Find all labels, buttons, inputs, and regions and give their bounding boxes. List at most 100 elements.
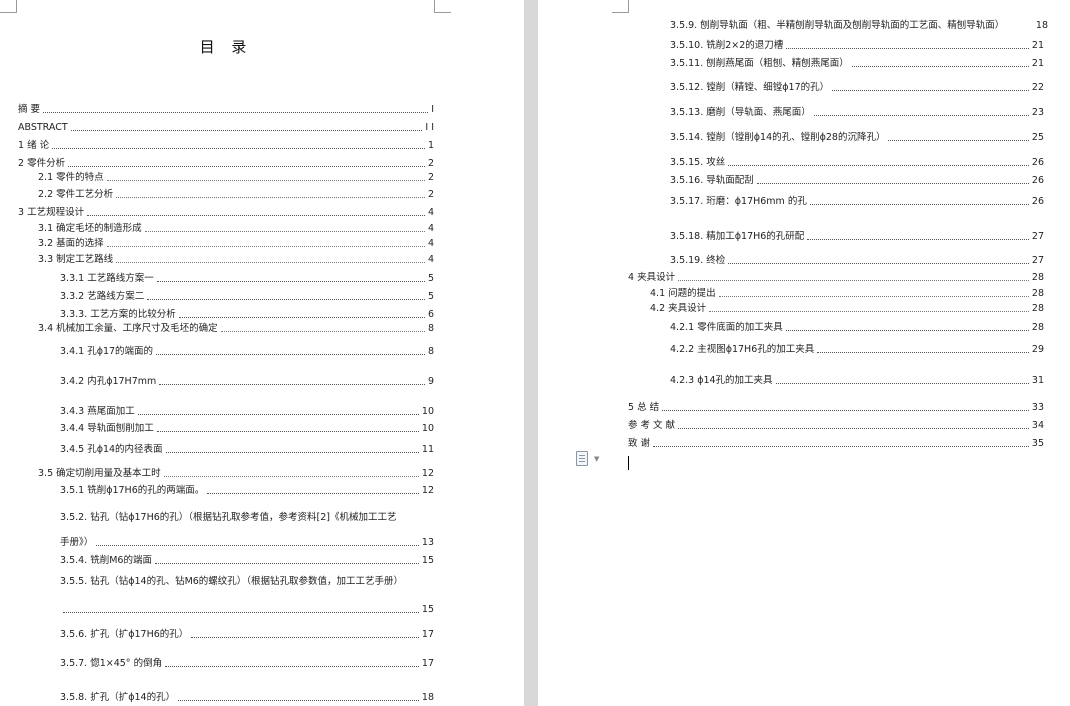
toc-leader-dots xyxy=(156,354,425,355)
toc-entry-label: 3.5.11. 刨削燕尾面（粗刨、精刨燕尾面） xyxy=(670,58,849,69)
toc-entry[interactable]: 3.3.2 艺路线方案二 5 xyxy=(60,285,434,303)
toc-entry-label: 4.2.1 零件底面的加工夹具 xyxy=(670,322,783,333)
toc-entry-label: 3.4.4 导轨面刨削加工 xyxy=(60,423,154,434)
toc-entry-label: 1 绪 论 xyxy=(18,140,50,151)
toc-entry[interactable]: 3.5.9. 刨削导轨面（粗、半精刨削导轨面及刨削导轨面的工艺面、精刨导轨面） 1… xyxy=(670,14,1048,32)
toc-page-number: I xyxy=(431,104,434,115)
toc-entry[interactable]: 3.4.1 孔ϕ17的端面的 8 xyxy=(60,340,434,358)
toc-leader-dots xyxy=(106,180,425,181)
toc-page-number: 21 xyxy=(1031,58,1044,69)
toc-page-number: 28 xyxy=(1031,303,1044,314)
toc-entry[interactable]: 3.5.11. 刨削燕尾面（粗刨、精刨燕尾面） 21 xyxy=(670,52,1044,70)
toc-leader-dots xyxy=(662,410,1029,411)
chevron-down-icon[interactable]: ▼ xyxy=(594,455,599,463)
toc-entry[interactable]: 2.2 零件工艺分析 2 xyxy=(38,183,434,201)
toc-entry[interactable]: 4.2.1 零件底面的加工夹具 28 xyxy=(670,316,1044,334)
toc-entry-label: 3.4.2 内孔ϕ17H7mm xyxy=(60,376,157,387)
toc-page-number: I I xyxy=(425,122,434,133)
toc-entry[interactable]: ABSTRACT I I xyxy=(18,116,434,134)
toc-entry[interactable]: 3.4.4 导轨面刨削加工 10 xyxy=(60,417,434,435)
toc-leader-dots xyxy=(807,239,1029,240)
toc-leader-dots xyxy=(63,612,419,613)
toc-leader-dots xyxy=(728,263,1029,264)
toc-page-number: 5 xyxy=(427,273,434,284)
toc-page-number: 9 xyxy=(427,376,434,387)
toc-entry[interactable]: 3.4.3 燕尾面加工 10 xyxy=(60,400,434,418)
toc-entry[interactable]: 3.5.14. 镗削（镗削ϕ14的孔、镗削ϕ28的沉降孔） 25 xyxy=(670,126,1044,144)
toc-leader-dots xyxy=(678,280,1029,281)
toc-leader-dots xyxy=(87,215,425,216)
toc-entry[interactable]: 3.5.15. 攻丝 26 xyxy=(670,151,1044,169)
toc-entry-label: 3.5.18. 精加工ϕ17H6的孔研配 xyxy=(670,231,805,242)
toc-entry[interactable]: 3.5.6. 扩孔（扩ϕ17H6的孔） 17 xyxy=(60,623,434,641)
toc-entry[interactable]: 3.5.10. 铣削2×2的退刀槽 21 xyxy=(670,34,1044,52)
toc-entry[interactable]: 3.5.17. 珩磨：ϕ17H6mm 的孔 26 xyxy=(670,190,1044,208)
toc-entry[interactable]: 3.5 确定切削用量及基本工时 12 xyxy=(38,462,434,480)
toc-entry[interactable]: 摘 要I xyxy=(18,98,434,116)
toc-entry[interactable]: 4.2 夹具设计 28 xyxy=(650,297,1044,315)
toc-leader-dots xyxy=(163,476,419,477)
toc-leader-dots xyxy=(191,637,419,638)
toc-leader-dots xyxy=(786,48,1029,49)
toc-entry[interactable]: 手册》） 13 xyxy=(60,531,434,549)
toc-entry[interactable]: 3.3.1 工艺路线方案一 5 xyxy=(60,267,434,285)
toc-page-number: 27 xyxy=(1031,231,1044,242)
toc-entry-label: 5 总 结 xyxy=(628,402,660,413)
toc-leader-dots xyxy=(52,148,425,149)
toc-page-number: 33 xyxy=(1031,402,1044,413)
toc-entry-label: ABSTRACT xyxy=(18,122,68,133)
toc-entry[interactable]: 3.5.5. 钻孔（钻ϕ14的孔、钻M6的螺纹孔）（根据钻孔取参数值，加工工艺手… xyxy=(60,570,434,588)
toc-leader-dots xyxy=(653,446,1029,447)
paste-options-icon[interactable] xyxy=(576,451,588,466)
toc-page-number: 8 xyxy=(427,323,434,334)
toc-entry[interactable]: 3.5.18. 精加工ϕ17H6的孔研配 27 xyxy=(670,225,1044,243)
toc-page-number: 13 xyxy=(421,537,434,548)
toc-entry[interactable]: 2.1 零件的特点 2 xyxy=(38,166,434,184)
toc-entry[interactable]: 3.4 机械加工余量、工序尺寸及毛坯的确定 8 xyxy=(38,317,434,335)
toc-entry-label: 摘 要 xyxy=(18,104,41,115)
toc-leader-dots xyxy=(809,204,1029,205)
document-page-right: 3.5.9. 刨削导轨面（粗、半精刨削导轨面及刨削导轨面的工艺面、精刨导轨面） 1… xyxy=(538,0,1070,706)
toc-entry[interactable]: 4.2.3 ϕ14孔的加工夹具 31 xyxy=(670,369,1044,387)
toc-entry-label: 3.4.1 孔ϕ17的端面的 xyxy=(60,346,154,357)
toc-leader-dots xyxy=(785,330,1029,331)
toc-entry[interactable]: 3.4.5 孔ϕ14的内径表面 11 xyxy=(60,438,434,456)
toc-entry[interactable]: 致 谢 35 xyxy=(628,432,1044,450)
toc-leader-dots xyxy=(728,165,1029,166)
toc-page-number: 1 xyxy=(427,140,434,151)
toc-leader-dots xyxy=(147,299,425,300)
toc-entry[interactable]: 3.5.13. 磨削（导轨面、燕尾面） 23 xyxy=(670,101,1044,119)
toc-entry[interactable]: 4.2.2 主视图ϕ17H6孔的加工夹具 29 xyxy=(670,338,1044,356)
toc-page-number: 18 xyxy=(421,692,434,703)
toc-entry[interactable]: 5 总 结 33 xyxy=(628,396,1044,414)
toc-entry[interactable]: 3.3 制定工艺路线 4 xyxy=(38,248,434,266)
toc-page-number: 11 xyxy=(421,444,434,455)
toc-leader-dots xyxy=(756,183,1029,184)
toc-entry[interactable]: 3.5.12. 镗削（精镗、细镗ϕ17的孔） 22 xyxy=(670,76,1044,94)
toc-entry[interactable]: 3.5.16. 导轨面配刮 26 xyxy=(670,169,1044,187)
toc-entry[interactable]: 参 考 文 献 34 xyxy=(628,414,1044,432)
toc-page-number: 2 xyxy=(427,189,434,200)
toc-entry-label: 3.5.15. 攻丝 xyxy=(670,157,726,168)
toc-leader-dots xyxy=(207,493,419,494)
toc-entry-label: 3.5.6. 扩孔（扩ϕ17H6的孔） xyxy=(60,629,189,640)
toc-page-number: 15 xyxy=(421,604,434,615)
toc-entry[interactable]: 3.5.2. 钻孔（钻ϕ17H6的孔）（根据钻孔取参考值，参考资料[2]《机械加… xyxy=(60,506,434,524)
toc-entry[interactable]: 3.5.19. 终检 27 xyxy=(670,249,1044,267)
toc-leader-dots xyxy=(220,331,425,332)
toc-entry[interactable]: 1 绪 论 1 xyxy=(18,134,434,152)
toc-entry[interactable]: 3.5.7. 惚1×45° 的倒角 17 xyxy=(60,652,434,670)
toc-entry[interactable]: 3.5.8. 扩孔（扩ϕ14的孔） 18 xyxy=(60,686,434,704)
toc-entry[interactable]: 3.5.4. 铣削M6的端面 15 xyxy=(60,549,434,567)
toc-entry[interactable]: 3.4.2 内孔ϕ17H7mm 9 xyxy=(60,370,434,388)
toc-entry-label: 3.5.17. 珩磨：ϕ17H6mm 的孔 xyxy=(670,196,807,207)
toc-entry[interactable]: 3.5.1 铣削ϕ17H6的孔的两端面。 12 xyxy=(60,479,434,497)
toc-page-number: 26 xyxy=(1031,196,1044,207)
toc-entry-label: 3.5.7. 惚1×45° 的倒角 xyxy=(60,658,163,669)
toc-page-number: 8 xyxy=(427,346,434,357)
toc-entry[interactable]: 15 xyxy=(60,598,434,616)
toc-entry-label: 3.5.13. 磨削（导轨面、燕尾面） xyxy=(670,107,811,118)
toc-leader-dots xyxy=(70,130,423,131)
toc-entry-label: 3.5.8. 扩孔（扩ϕ14的孔） xyxy=(60,692,176,703)
toc-leader-dots xyxy=(851,66,1029,67)
